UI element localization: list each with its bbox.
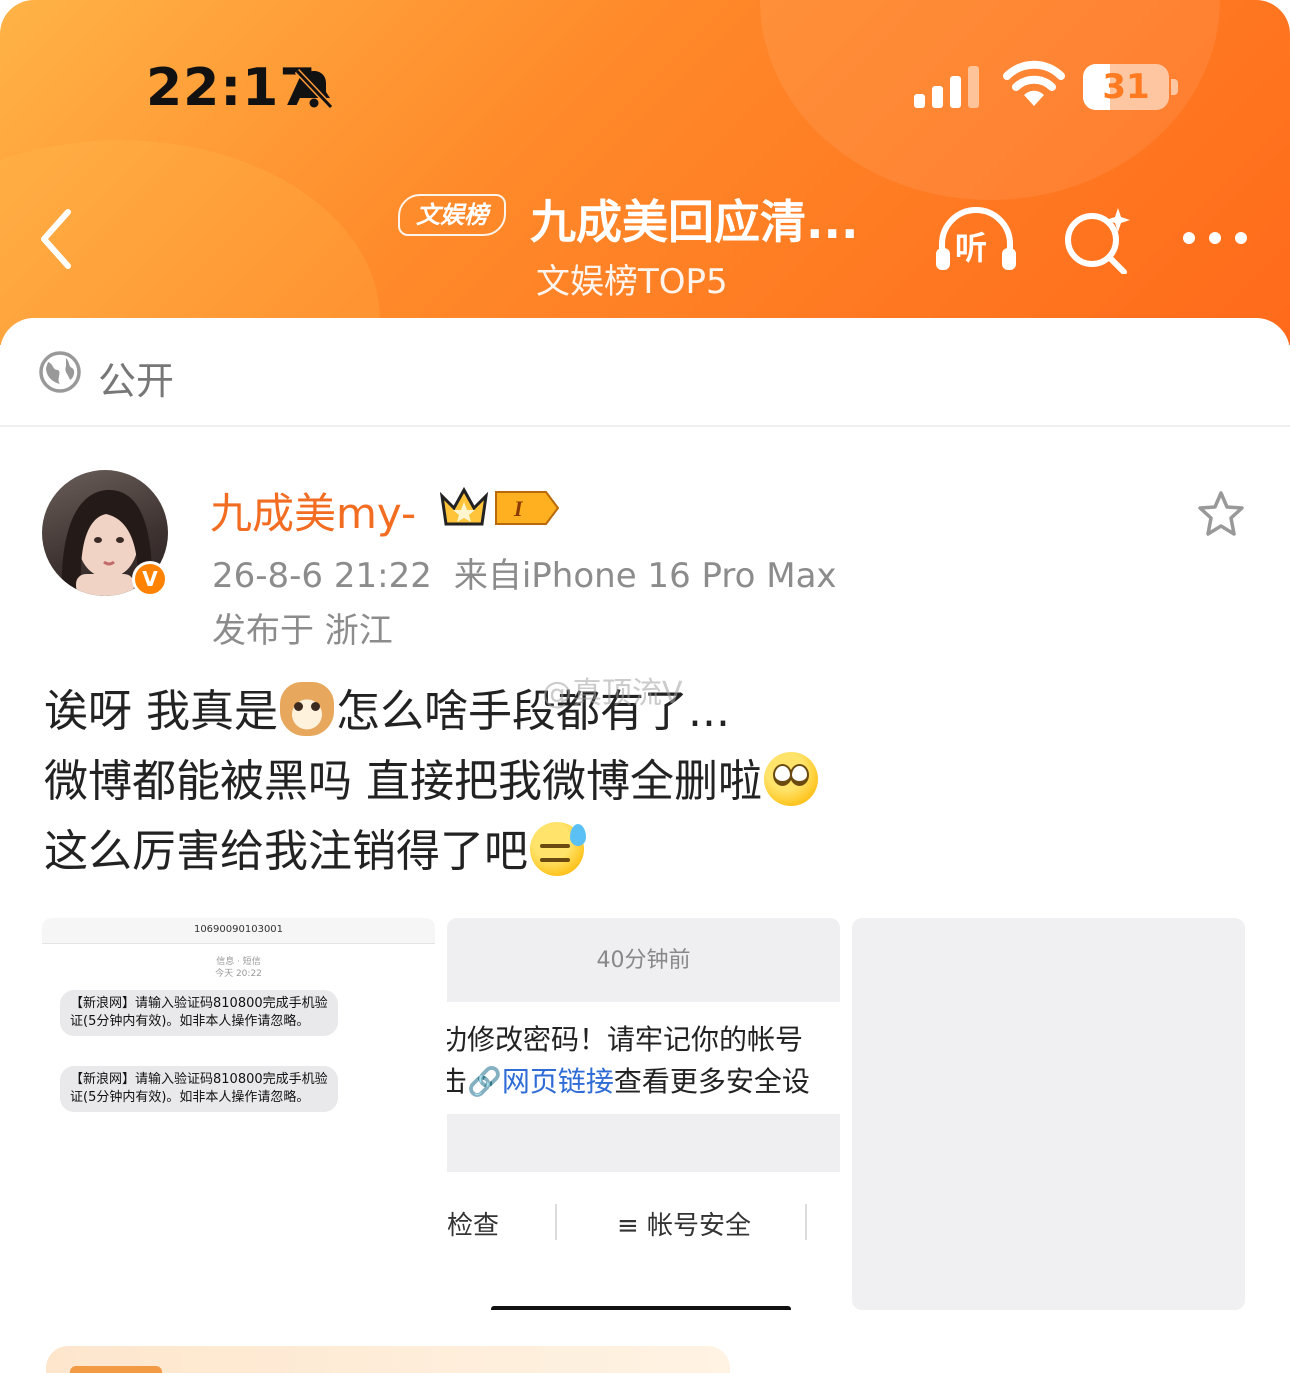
notice-time: 40分钟前 xyxy=(596,948,691,973)
battery-cap xyxy=(1171,79,1178,95)
status-time: 22:17 xyxy=(146,58,317,118)
notice-tab-account-security: ≡ 帐号安全 xyxy=(617,1211,752,1241)
svg-text:I: I xyxy=(513,496,524,521)
bell-slash-icon xyxy=(294,68,334,110)
ranking-badge: 文娱榜 xyxy=(398,194,506,236)
sms-meta-time: 今天 20:22 xyxy=(215,969,262,979)
post-text: 诶呀 我真是 xyxy=(44,686,278,737)
battery-indicator: 31 xyxy=(1083,64,1179,110)
watermark: @真顶流V xyxy=(542,676,683,711)
globe-icon xyxy=(39,351,81,393)
tab-divider xyxy=(555,1204,557,1240)
visibility-label: 公开 xyxy=(98,359,175,403)
post-text: 微博都能被黑吗 直接把我微博全删啦 xyxy=(44,756,762,807)
notice-text: 击 xyxy=(447,1065,468,1098)
star-icon[interactable] xyxy=(1196,490,1246,538)
divider xyxy=(0,425,1290,427)
dog-emoji xyxy=(280,682,334,736)
verified-v-icon: V xyxy=(132,561,168,597)
post-image-notice[interactable]: 40分钟前 功修改密码！请牢记你的帐号 击🔗网页链接查看更多安全设 检查 ≡ 帐… xyxy=(447,918,840,1310)
nav-subtitle[interactable]: 文娱榜TOP5 xyxy=(536,254,728,303)
eye-roll-emoji xyxy=(764,752,818,806)
post-meta: 26-8-6 21:22 来自iPhone 16 Pro Max xyxy=(212,548,837,597)
sms-meta: 信息 · 短信 今天 20:22 xyxy=(42,956,435,980)
notice-tab-check: 检查 xyxy=(447,1211,500,1241)
post-source: 来自iPhone 16 Pro Max xyxy=(453,556,837,596)
notice-line-2: 击🔗网页链接查看更多安全设 xyxy=(447,1060,810,1100)
more-icon[interactable] xyxy=(1180,228,1250,248)
sms-meta-type: 信息 · 短信 xyxy=(216,957,261,967)
author-name[interactable]: 九成美my- xyxy=(210,480,416,541)
sms-sender: 10690090103001 xyxy=(193,924,284,935)
sms-message: 【新浪网】请输入验证码810800完成手机验证(5分钟内有效)。如非本人操作请忽… xyxy=(60,1066,338,1112)
notice-gap xyxy=(447,1114,840,1172)
signal-icon xyxy=(914,66,979,108)
sms-message: 【新浪网】请输入验证码810800完成手机验证(5分钟内有效)。如非本人操作请忽… xyxy=(60,990,338,1036)
crown-badge-icon[interactable]: I xyxy=(440,484,560,530)
tab-divider xyxy=(805,1204,807,1240)
banner-tag xyxy=(70,1366,162,1373)
home-indicator xyxy=(491,1306,791,1310)
sweat-emoji xyxy=(530,822,586,876)
post-date: 26-8-6 21:22 xyxy=(212,556,432,596)
wifi-icon xyxy=(1003,60,1065,106)
battery-percent: 31 xyxy=(1102,67,1150,107)
post-location: 发布于 浙江 xyxy=(212,611,393,651)
nav-title[interactable]: 九成美回应清... xyxy=(530,186,858,252)
post-image-sms[interactable]: 10690090103001 信息 · 短信 今天 20:22 【新浪网】请输入… xyxy=(42,918,435,1310)
notice-text: 查看更多安全设 xyxy=(613,1065,810,1098)
notice-line-1: 功修改密码！请牢记你的帐号 xyxy=(447,1023,804,1056)
web-link: 🔗网页链接 xyxy=(467,1065,614,1098)
search-icon[interactable] xyxy=(1062,206,1130,274)
post-text: 这么厉害给我注销得了吧 xyxy=(44,826,528,877)
bottom-banner[interactable] xyxy=(46,1346,730,1373)
post-text-line-3: 这么厉害给我注销得了吧 xyxy=(44,822,586,882)
listen-label[interactable]: 听 xyxy=(955,223,987,269)
back-icon[interactable] xyxy=(36,206,76,272)
post-image-blank[interactable] xyxy=(852,918,1245,1310)
post-text-line-2: 微博都能被黑吗 直接把我微博全删啦 xyxy=(44,752,820,812)
